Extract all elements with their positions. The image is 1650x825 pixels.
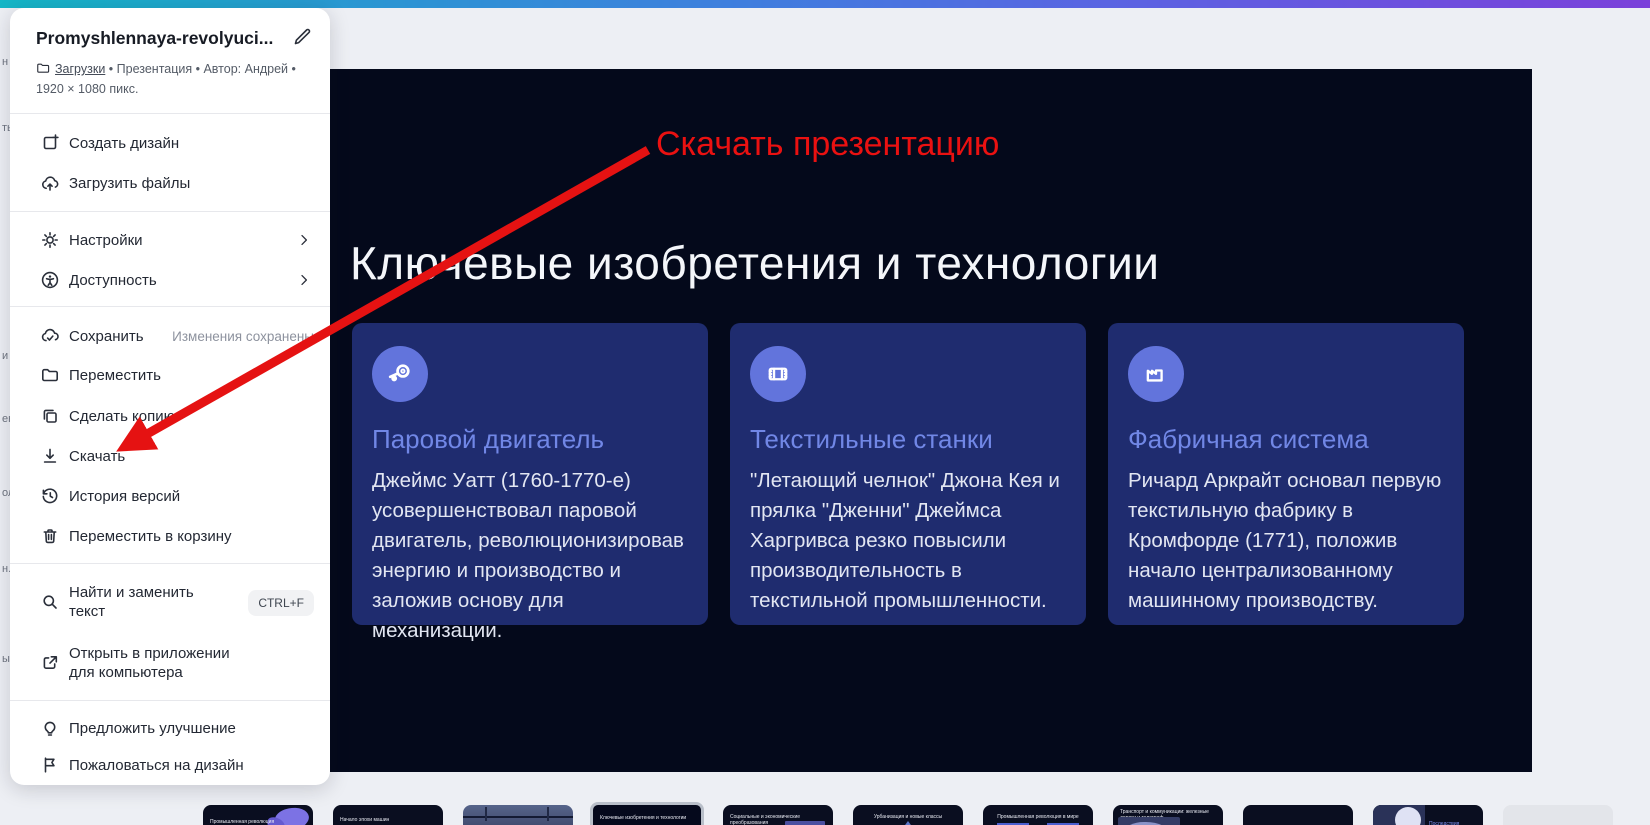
- edit-title-icon[interactable]: [292, 27, 312, 52]
- menu-item-settings[interactable]: Настройки: [10, 226, 330, 254]
- card-title: Фабричная система: [1128, 424, 1369, 454]
- folder-link[interactable]: Загрузки: [55, 62, 105, 76]
- chevron-right-icon: [301, 234, 308, 246]
- slide-thumbnail-9[interactable]: [1243, 805, 1353, 825]
- menu-item-save[interactable]: Сохранить Изменения сохранены: [10, 322, 330, 350]
- chevron-right-icon: [301, 274, 308, 286]
- menu-item-suggest-improvement[interactable]: Предложить улучшение: [10, 714, 330, 742]
- menu-item-download[interactable]: Скачать: [10, 442, 330, 470]
- divider: [10, 113, 330, 114]
- save-status: Изменения сохранены: [172, 328, 314, 344]
- menu-item-move[interactable]: Переместить: [10, 361, 330, 389]
- divider: [10, 563, 330, 564]
- menu-item-accessibility[interactable]: Доступность: [10, 266, 330, 294]
- slide-thumbnail-7[interactable]: Промышленная революция в мире: [983, 805, 1093, 825]
- divider: [10, 306, 330, 307]
- edge-fragment: и: [2, 350, 9, 362]
- card-factory-system[interactable]: Фабричная система Ричард Аркрайт основал…: [1108, 323, 1464, 625]
- slide-thumbnail-3[interactable]: [463, 805, 573, 825]
- menu-item-report-design[interactable]: Пожаловаться на дизайн: [10, 751, 330, 779]
- factory-icon: [1128, 346, 1184, 402]
- divider: [10, 700, 330, 701]
- menu-item-version-history[interactable]: История версий: [10, 482, 330, 510]
- design-menu-panel: Promyshlennaya-revolyuci... Загрузки • П…: [10, 8, 330, 785]
- slide-thumbnail-8[interactable]: Транспорт и коммуникации: железные дорог…: [1113, 805, 1223, 825]
- menu-item-upload-files[interactable]: Загрузить файлы: [10, 169, 330, 197]
- card-title: Паровой двигатель: [372, 424, 605, 454]
- shortcut-badge: CTRL+F: [248, 590, 314, 616]
- top-gradient-bar: [0, 0, 1650, 8]
- design-meta: Загрузки • Презентация • Автор: Андрей •…: [36, 60, 316, 98]
- folder-icon: [36, 61, 50, 80]
- card-body: "Летающий челнок" Джона Кея и прялка "Дж…: [750, 469, 1060, 612]
- edge-fragment: н: [2, 56, 9, 68]
- slide-thumbnail-placeholder: [1503, 805, 1613, 825]
- menu-item-open-desktop-app[interactable]: Открыть в приложении для компьютера: [10, 639, 330, 687]
- design-title: Promyshlennaya-revolyuci...: [36, 28, 274, 48]
- slide-thumbnail-4-selected[interactable]: Ключевые изобретения и технологии: [590, 802, 704, 825]
- slide-thumbnail-10[interactable]: Последствия промышленной революции: [1373, 805, 1483, 825]
- card-body: Ричард Аркрайт основал первую текстильну…: [1128, 469, 1442, 612]
- steam-engine-icon: [372, 346, 428, 402]
- slide-thumbnail-5[interactable]: Социальные и экономические преобразовани…: [723, 805, 833, 825]
- slide-thumbnail-2[interactable]: Начало эпохи машин: [333, 805, 443, 825]
- menu-item-make-copy[interactable]: Сделать копию: [10, 402, 330, 430]
- slide-title[interactable]: Ключевые изобретения и технологии: [350, 236, 1159, 290]
- annotation-text: Скачать презентацию: [656, 125, 1000, 163]
- textile-loom-icon: [750, 346, 806, 402]
- menu-item-move-to-trash[interactable]: Переместить в корзину: [10, 522, 330, 550]
- slide-thumbnail-1[interactable]: Промышленная революция: [203, 805, 313, 825]
- menu-item-create-design[interactable]: Создать дизайн: [10, 129, 330, 157]
- slide-canvas[interactable]: Ключевые изобретения и технологии Парово…: [330, 69, 1532, 772]
- card-steam-engine[interactable]: Паровой двигатель Джеймс Уатт (1760-1770…: [352, 323, 708, 642]
- divider: [10, 211, 330, 212]
- slide-thumbnail-6[interactable]: Урбанизация и новые классы: [853, 805, 963, 825]
- card-body: Джеймс Уатт (1760-1770-е) усовершенствов…: [372, 469, 684, 642]
- card-textile-looms[interactable]: Текстильные станки "Летающий челнок" Джо…: [730, 323, 1086, 625]
- app-window: Ключевые изобретения и технологии Парово…: [0, 0, 1650, 825]
- card-title: Текстильные станки: [750, 424, 993, 454]
